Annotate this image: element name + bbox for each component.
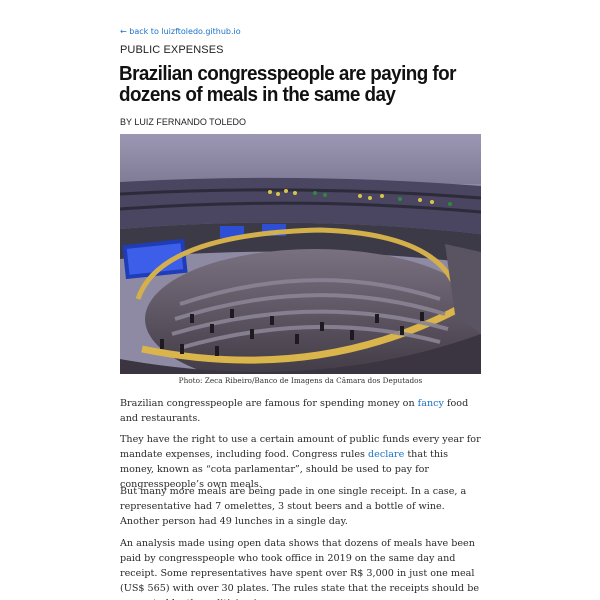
article-title: Brazilian congresspeople are paying for … (119, 62, 456, 106)
paragraph-2: They have the right to use a certain amo… (120, 434, 481, 490)
section-kicker: PUBLIC EXPENSES (120, 44, 224, 56)
paragraph-1: Brazilian congresspeople are famous for … (120, 398, 469, 424)
paragraph-4: An analysis made using open data shows t… (120, 538, 480, 600)
back-link[interactable]: ← back to luizftoledo.github.io (120, 27, 241, 36)
fancy-link[interactable]: fancy (418, 398, 444, 409)
photo-caption: Photo: Zeca Ribeiro/Banco de Imagens da … (178, 376, 423, 385)
paragraph-3: But many more meals are being pade in on… (120, 486, 467, 527)
declare-link[interactable]: declare (368, 449, 404, 460)
byline: BY LUIZ FERNANDO TOLEDO (120, 117, 247, 127)
chamber-photo (120, 134, 481, 374)
